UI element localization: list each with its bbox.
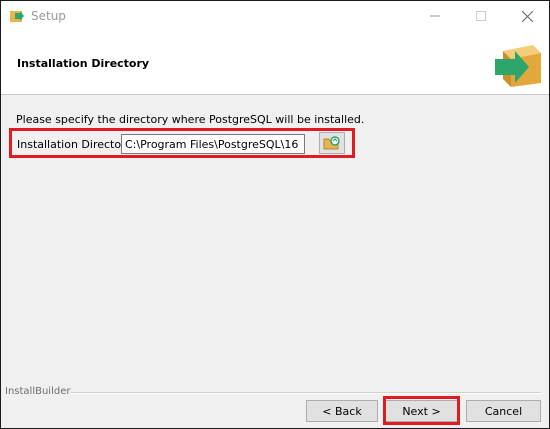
installer-icon [10,11,24,22]
minimize-button[interactable] [412,1,458,31]
page-title: Installation Directory [17,57,150,70]
maximize-icon [476,11,486,21]
back-button[interactable]: < Back [306,400,378,422]
cancel-button[interactable]: Cancel [466,400,541,422]
minimize-icon [430,15,440,17]
close-button[interactable] [504,1,550,31]
title-bar: Setup [1,1,549,31]
installbuilder-label: InstallBuilder [5,386,71,397]
setup-window: Setup Installation Directory Please spec… [0,0,550,429]
description-text: Please specify the directory where Postg… [16,113,365,126]
next-highlight-box [383,396,460,425]
footer-divider [71,392,541,394]
close-icon [521,10,533,22]
directory-highlight-box [9,128,355,158]
window-title: Setup [31,9,66,23]
box-arrow-icon [495,45,541,87]
maximize-button[interactable] [458,1,504,31]
page-header: Installation Directory [1,31,549,95]
